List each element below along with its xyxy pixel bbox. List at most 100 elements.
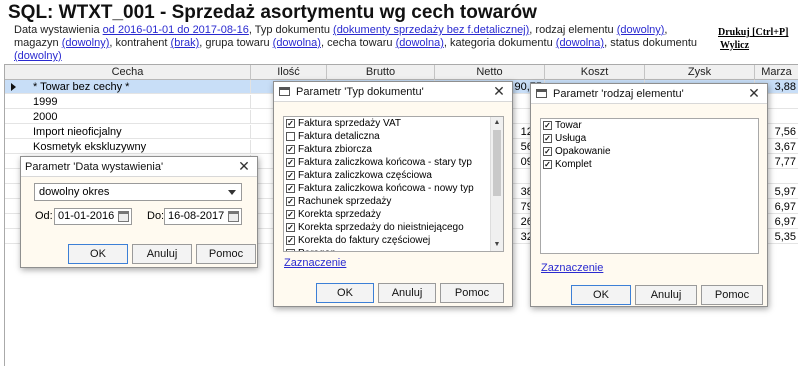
cancel-button[interactable]: Anuluj xyxy=(132,244,192,264)
checkbox[interactable]: ✓ xyxy=(286,197,295,206)
calendar-icon[interactable] xyxy=(228,211,239,222)
scrollbar[interactable]: ▲ ▼ xyxy=(490,117,503,251)
dialog-titlebar: Parametr 'Typ dokumentu' ✕ xyxy=(274,82,512,102)
doc-type-item[interactable]: ✓ Korekta do faktury częściowej xyxy=(284,234,503,247)
checkbox[interactable] xyxy=(286,132,295,141)
doc-type-item[interactable]: ✓ Faktura zaliczkowa częściowa xyxy=(284,169,503,182)
ok-button[interactable]: OK xyxy=(316,283,374,303)
scroll-up-icon[interactable]: ▲ xyxy=(491,117,503,129)
param-link-data[interactable]: od 2016-01-01 do 2017-08-16 xyxy=(103,24,249,36)
calendar-icon[interactable] xyxy=(118,211,129,222)
close-icon[interactable]: ✕ xyxy=(492,84,506,98)
element-kind-checklist: ✓ Towar ✓ Usługa ✓ Opakowanie ✓ Komplet xyxy=(540,118,759,254)
checkbox[interactable]: ✓ xyxy=(543,147,552,156)
element-kind-item[interactable]: ✓ Usługa xyxy=(541,132,758,145)
report-title: SQL: WTXT_001 - Sprzedaż asortymentu wg … xyxy=(8,2,537,23)
element-kind-item-label: Towar xyxy=(555,120,582,131)
doc-type-item[interactable]: ✓ Faktura sprzedaży VAT xyxy=(284,117,503,130)
doc-type-item-label: Faktura zbiorcza xyxy=(298,144,372,155)
doc-type-item[interactable]: ✓ Korekta sprzedaży xyxy=(284,208,503,221)
col-header-netto[interactable]: Netto xyxy=(435,65,545,80)
doc-type-item[interactable]: ✓ Faktura zaliczkowa końcowa - nowy typ xyxy=(284,182,503,195)
doc-type-item-label: Rachunek sprzedaży xyxy=(298,196,392,207)
element-kind-item[interactable]: ✓ Opakowanie xyxy=(541,145,758,158)
close-icon[interactable]: ✕ xyxy=(747,86,761,100)
doc-type-item[interactable]: ✓ Faktura zaliczkowa końcowa - stary typ xyxy=(284,156,503,169)
col-header-zysk[interactable]: Zysk xyxy=(645,65,755,80)
ok-button[interactable]: OK xyxy=(68,244,128,264)
checkbox[interactable]: ✓ xyxy=(286,158,295,167)
element-kind-item[interactable]: ✓ Komplet xyxy=(541,158,758,171)
window-icon xyxy=(279,87,290,96)
param-label-kategoria: , kategoria dokumentu xyxy=(443,37,556,49)
close-icon[interactable]: ✕ xyxy=(237,159,251,173)
to-date-value: 16-08-2017 xyxy=(168,210,225,222)
param-link-cecha[interactable]: (dowolna) xyxy=(396,37,444,49)
checkbox[interactable]: ✓ xyxy=(286,223,295,232)
checkbox[interactable]: ✓ xyxy=(286,210,295,219)
checkbox[interactable]: ✓ xyxy=(286,145,295,154)
select-all-link[interactable]: Zaznaczenie xyxy=(284,257,346,269)
checkbox[interactable]: ✓ xyxy=(543,160,552,169)
doc-type-item-label: Korekta sprzedaży do nieistniejącego xyxy=(298,222,464,233)
window-icon xyxy=(536,89,547,98)
doc-type-item[interactable]: ✓Paragon xyxy=(284,247,503,251)
to-label: Do: xyxy=(147,210,165,222)
doc-type-item[interactable]: ✓ Rachunek sprzedaży xyxy=(284,195,503,208)
to-date-field[interactable]: 16-08-2017 xyxy=(164,208,242,225)
doc-type-item-label: Faktura zaliczkowa częściowa xyxy=(298,170,432,181)
help-button[interactable]: Pomoc xyxy=(440,283,504,303)
calculate-link[interactable]: Wylicz xyxy=(718,39,788,52)
col-header-brutto[interactable]: Brutto xyxy=(327,65,435,80)
col-header-marza[interactable]: Marza xyxy=(755,65,798,80)
param-label-status: , status dokumentu xyxy=(604,37,698,49)
col-header-cecha[interactable]: Cecha xyxy=(5,65,251,80)
cancel-button[interactable]: Anuluj xyxy=(378,283,436,303)
cell-cecha: Import nieoficjalny xyxy=(5,125,251,139)
ok-button[interactable]: OK xyxy=(571,285,631,305)
cancel-button[interactable]: Anuluj xyxy=(635,285,697,305)
checkbox[interactable]: ✓ xyxy=(286,236,295,245)
grid-header: Cecha Ilość Brutto Netto Koszt Zysk Marz… xyxy=(5,65,798,80)
doc-type-item-label: Korekta sprzedaży xyxy=(298,209,381,220)
period-select[interactable]: dowolny okres xyxy=(34,183,242,201)
report-parameters: Data wystawienia od 2016-01-01 do 2017-0… xyxy=(14,24,704,63)
param-link-rodzaj[interactable]: (dowolny) xyxy=(617,24,665,36)
doc-type-item[interactable]: ✓ Faktura zbiorcza xyxy=(284,143,503,156)
param-link-magazyn[interactable]: (dowolny) xyxy=(62,37,110,49)
doc-type-param-dialog: Parametr 'Typ dokumentu' ✕ ✓ Faktura sprz… xyxy=(273,81,513,307)
param-link-kontrahent[interactable]: (brak) xyxy=(171,37,200,49)
checkbox[interactable]: ✓ xyxy=(286,119,295,128)
checkbox[interactable]: ✓ xyxy=(286,184,295,193)
doc-type-item[interactable]: ✓ Korekta sprzedaży do nieistniejącego xyxy=(284,221,503,234)
scroll-thumb[interactable] xyxy=(493,130,501,196)
checkbox[interactable]: ✓ xyxy=(543,134,552,143)
col-header-koszt[interactable]: Koszt xyxy=(545,65,645,80)
checkbox[interactable]: ✓ xyxy=(286,249,295,251)
param-label-cecha: , cecha towaru xyxy=(320,37,396,49)
checkbox[interactable]: ✓ xyxy=(543,121,552,130)
help-button[interactable]: Pomoc xyxy=(196,244,256,264)
element-kind-item[interactable]: ✓ Towar xyxy=(541,119,758,132)
scroll-down-icon[interactable]: ▼ xyxy=(491,239,503,251)
param-link-grupa[interactable]: (dowolna) xyxy=(273,37,321,49)
cell-cecha: * Towar bez cechy * xyxy=(5,80,251,94)
dialog-title: Parametr 'rodzaj elementu' xyxy=(553,88,684,100)
print-link[interactable]: Drukuj [Ctrl+P] xyxy=(718,26,788,39)
from-date-value: 01-01-2016 xyxy=(58,210,115,222)
doc-type-checklist: ✓ Faktura sprzedaży VAT Faktura detaliczna… xyxy=(283,116,504,252)
doc-type-item-label: Paragon xyxy=(298,248,336,251)
doc-type-item-label: Faktura detaliczna xyxy=(298,131,380,142)
help-button[interactable]: Pomoc xyxy=(701,285,763,305)
select-all-link[interactable]: Zaznaczenie xyxy=(541,262,603,274)
from-date-field[interactable]: 01-01-2016 xyxy=(54,208,132,225)
report-actions: Drukuj [Ctrl+P] Wylicz xyxy=(718,26,788,52)
doc-type-item[interactable]: Faktura detaliczna xyxy=(284,130,503,143)
param-label-rodzaj: , rodzaj elementu xyxy=(529,24,617,36)
checkbox[interactable]: ✓ xyxy=(286,171,295,180)
param-link-kategoria[interactable]: (dowolna) xyxy=(556,37,604,49)
doc-type-items: ✓ Faktura sprzedaży VAT Faktura detaliczna… xyxy=(284,117,503,251)
param-link-typ[interactable]: (dokumenty sprzedaży bez f.detalicznej) xyxy=(333,24,529,36)
param-link-status[interactable]: (dowolny) xyxy=(14,50,62,62)
col-header-ilosc[interactable]: Ilość xyxy=(251,65,327,80)
